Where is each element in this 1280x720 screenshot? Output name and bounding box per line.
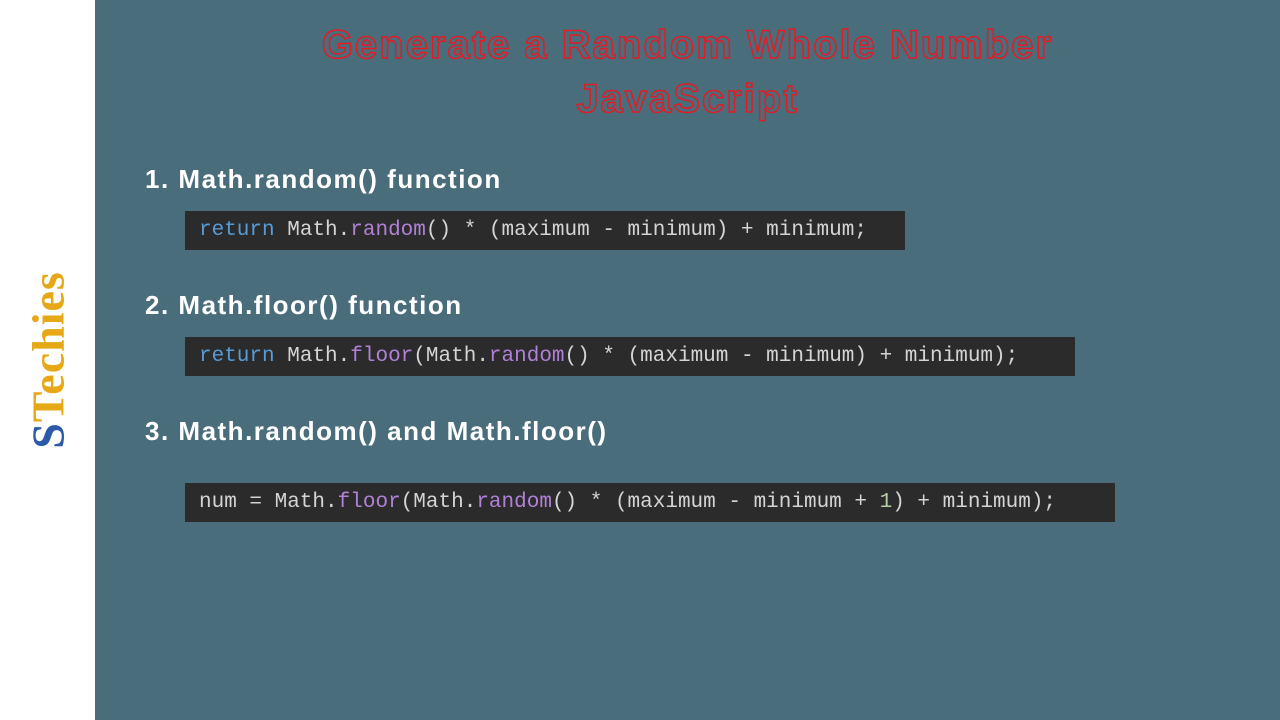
code-block-2: return Math.floor(Math.random() * (maxim…	[185, 337, 1075, 376]
title-line-2: JavaScript	[145, 72, 1230, 126]
brand-logo: STechies	[21, 271, 74, 449]
section-heading-2: 2. Math.floor() function	[145, 290, 1230, 321]
slide-title: Generate a Random Whole Number JavaScrip…	[145, 18, 1230, 126]
slide-content: Generate a Random Whole Number JavaScrip…	[95, 0, 1280, 720]
section-heading-1: 1. Math.random() function	[145, 164, 1230, 195]
sidebar: STechies	[0, 0, 95, 720]
title-line-1: Generate a Random Whole Number	[145, 18, 1230, 72]
section-heading-3: 3. Math.random() and Math.floor()	[145, 416, 1230, 447]
code-block-3: num = Math.floor(Math.random() * (maximu…	[185, 483, 1115, 522]
code-block-1: return Math.random() * (maximum - minimu…	[185, 211, 905, 250]
